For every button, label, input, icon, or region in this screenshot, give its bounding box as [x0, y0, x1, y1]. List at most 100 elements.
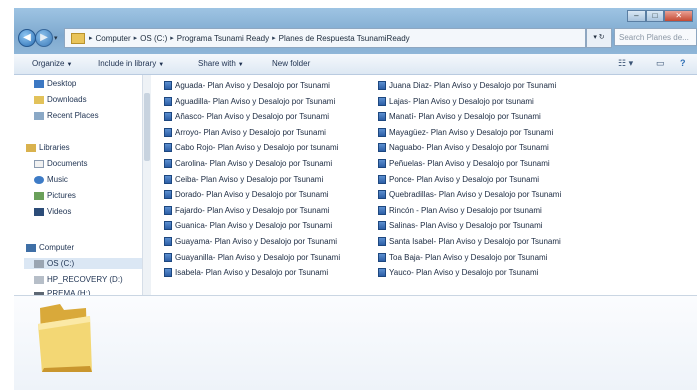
file-item[interactable]: Peñuelas- Plan Aviso y Desalojo por Tsun…	[378, 159, 550, 168]
file-item[interactable]: Naguabo- Plan Aviso y Desalojo por Tsuna…	[378, 143, 549, 153]
nav-documents[interactable]: Documents	[34, 159, 87, 168]
recent-places-icon	[34, 111, 44, 120]
file-item[interactable]: Aguadilla- Plan Aviso y Desalojo por Tsu…	[164, 96, 335, 106]
breadcrumb-separator-icon[interactable]: ▸	[134, 34, 138, 42]
file-item[interactable]: Salinas- Plan Aviso y Desalojo por Tsuna…	[378, 221, 543, 231]
desktop-icon	[34, 79, 44, 88]
downloads-icon	[34, 95, 44, 104]
address-bar[interactable]: ▸ Computer ▸ OS (C:) ▸ Programa Tsunami …	[64, 28, 586, 48]
file-name: Guayama- Plan Aviso y Desalojo por Tsuna…	[175, 237, 338, 246]
file-name: Aguada- Plan Aviso y Desalojo por Tsunam…	[175, 81, 330, 90]
nav-label: Libraries	[39, 143, 70, 152]
file-item[interactable]: Isabela- Plan Aviso y Desalojo por Tsuna…	[164, 268, 328, 278]
minimize-button[interactable]: –	[627, 10, 646, 22]
maximize-button[interactable]: □	[645, 10, 665, 22]
nav-music[interactable]: Music	[34, 175, 68, 184]
view-options-icon[interactable]: ☷ ▾	[618, 58, 633, 69]
scrollbar-thumb[interactable]	[144, 93, 150, 161]
nav-pictures[interactable]: Pictures	[34, 191, 76, 200]
forward-button[interactable]: ▶	[35, 29, 53, 47]
breadcrumb-os-drive[interactable]: OS (C:)	[140, 34, 167, 43]
nav-label: Desktop	[47, 79, 77, 88]
file-name: Fajardo- Plan Aviso y Desalojo por Tsuna…	[175, 205, 330, 215]
file-item[interactable]: Ponce- Plan Aviso y Desalojo por Tsunami	[378, 174, 539, 184]
nav-computer[interactable]: Computer	[26, 243, 74, 252]
file-item[interactable]: Guayanilla- Plan Aviso y Desalojo por Ts…	[164, 252, 341, 262]
file-name: Rincón - Plan Aviso y Desalojo por tsuna…	[389, 205, 542, 215]
close-button[interactable]: ✕	[664, 10, 694, 22]
breadcrumb-planes[interactable]: Planes de Respuesta TsunamiReady	[279, 34, 410, 43]
computer-icon	[26, 243, 36, 252]
nav-recent-places[interactable]: Recent Places	[34, 111, 99, 120]
file-item[interactable]: Aguada- Plan Aviso y Desalojo por Tsunam…	[164, 81, 330, 90]
file-item[interactable]: Dorado- Plan Aviso y Desalojo por Tsunam…	[164, 190, 329, 200]
word-document-icon	[164, 159, 172, 168]
file-name: Quebradillas- Plan Aviso y Desalojo por …	[389, 190, 562, 200]
nav-label: OS (C:)	[47, 259, 75, 268]
breadcrumb-separator-icon[interactable]: ▸	[170, 34, 174, 42]
preview-pane-icon[interactable]: ▭	[656, 58, 665, 69]
nav-os-drive[interactable]: OS (C:)	[34, 259, 74, 268]
file-item[interactable]: Manatí- Plan Aviso y Desalojo por Tsunam…	[378, 112, 541, 122]
file-item[interactable]: Carolina- Plan Aviso y Desalojo por Tsun…	[164, 159, 332, 168]
word-document-icon	[378, 143, 386, 153]
arrow-left-icon: ◀	[23, 32, 31, 43]
breadcrumb-separator-icon[interactable]: ▸	[89, 34, 93, 42]
nav-desktop[interactable]: Desktop	[34, 79, 76, 88]
videos-icon	[34, 207, 44, 216]
back-button[interactable]: ◀	[18, 29, 36, 47]
word-document-icon	[378, 81, 386, 90]
search-input[interactable]: Search Planes de...	[614, 28, 697, 46]
word-document-icon	[378, 112, 386, 122]
file-item[interactable]: Toa Baja- Plan Aviso y Desalojo por Tsun…	[378, 252, 547, 262]
file-item[interactable]: Mayagüez- Plan Aviso y Desalojo por Tsun…	[378, 127, 553, 137]
nav-label: Computer	[39, 243, 75, 252]
file-item[interactable]: Arroyo- Plan Aviso y Desalojo por Tsunam…	[164, 127, 326, 137]
navigation-scrollbar[interactable]	[142, 75, 151, 295]
nav-libraries[interactable]: Libraries	[26, 143, 70, 152]
new-folder-button[interactable]: New folder	[272, 59, 310, 68]
refresh-button[interactable]: ▾ ↻	[586, 28, 612, 48]
include-in-library-button[interactable]: Include in library ▼	[98, 59, 164, 68]
word-document-icon	[164, 221, 172, 231]
file-name: Guayanilla- Plan Aviso y Desalojo por Ts…	[175, 252, 341, 262]
file-item[interactable]: Juana Diaz- Plan Aviso y Desalojo por Ts…	[378, 81, 556, 90]
file-name: Salinas- Plan Aviso y Desalojo por Tsuna…	[389, 221, 543, 231]
file-list: Aguada- Plan Aviso y Desalojo por Tsunam…	[164, 81, 697, 295]
file-item[interactable]: Añasco- Plan Aviso y Desalojo por Tsunam…	[164, 112, 329, 122]
file-item[interactable]: Yauco- Plan Aviso y Desalojo por Tsunami	[378, 268, 538, 278]
file-item[interactable]: Santa Isabel- Plan Aviso y Desalojo por …	[378, 237, 561, 246]
nav-hp-recovery-drive[interactable]: HP_RECOVERY (D:)	[34, 275, 123, 284]
file-item[interactable]: Quebradillas- Plan Aviso y Desalojo por …	[378, 190, 562, 200]
word-document-icon	[378, 190, 386, 200]
breadcrumb-separator-icon[interactable]: ▸	[272, 34, 276, 42]
file-item[interactable]: Rincón - Plan Aviso y Desalojo por tsuna…	[378, 205, 542, 215]
word-document-icon	[378, 252, 386, 262]
file-item[interactable]: Guanica- Plan Aviso y Desalojo por Tsuna…	[164, 221, 332, 231]
file-item[interactable]: Ceiba- Plan Aviso y Desalojo por Tsunami	[164, 174, 324, 184]
chevron-down-icon: ▾	[54, 35, 58, 42]
word-document-icon	[378, 174, 386, 184]
nav-label: Recent Places	[47, 111, 99, 120]
organize-button[interactable]: Organize ▼	[32, 59, 72, 68]
file-item[interactable]: Lajas- Plan Aviso y Desalojo por tsunami	[378, 96, 534, 106]
recent-pages-dropdown[interactable]: ▾	[54, 34, 58, 42]
window-controls: – □ ✕	[627, 10, 694, 22]
word-document-icon	[164, 268, 172, 278]
chevron-down-icon: ▼	[237, 62, 244, 68]
libraries-icon	[26, 143, 36, 152]
file-item[interactable]: Cabo Rojo- Plan Aviso y Desalojo por tsu…	[164, 143, 339, 153]
nav-downloads[interactable]: Downloads	[34, 95, 87, 104]
word-document-icon	[164, 252, 172, 262]
breadcrumb-programa[interactable]: Programa Tsunami Ready	[177, 34, 269, 43]
share-with-button[interactable]: Share with ▼	[198, 59, 244, 68]
share-label: Share with	[198, 59, 236, 68]
file-name: Peñuelas- Plan Aviso y Desalojo por Tsun…	[389, 159, 550, 168]
file-item[interactable]: Guayama- Plan Aviso y Desalojo por Tsuna…	[164, 237, 337, 246]
nav-videos[interactable]: Videos	[34, 207, 71, 216]
file-name: Ceiba- Plan Aviso y Desalojo por Tsunami	[175, 174, 324, 184]
file-item[interactable]: Fajardo- Plan Aviso y Desalojo por Tsuna…	[164, 205, 330, 215]
word-document-icon	[378, 237, 386, 246]
help-icon[interactable]: ?	[680, 58, 686, 68]
breadcrumb-computer[interactable]: Computer	[96, 34, 131, 43]
